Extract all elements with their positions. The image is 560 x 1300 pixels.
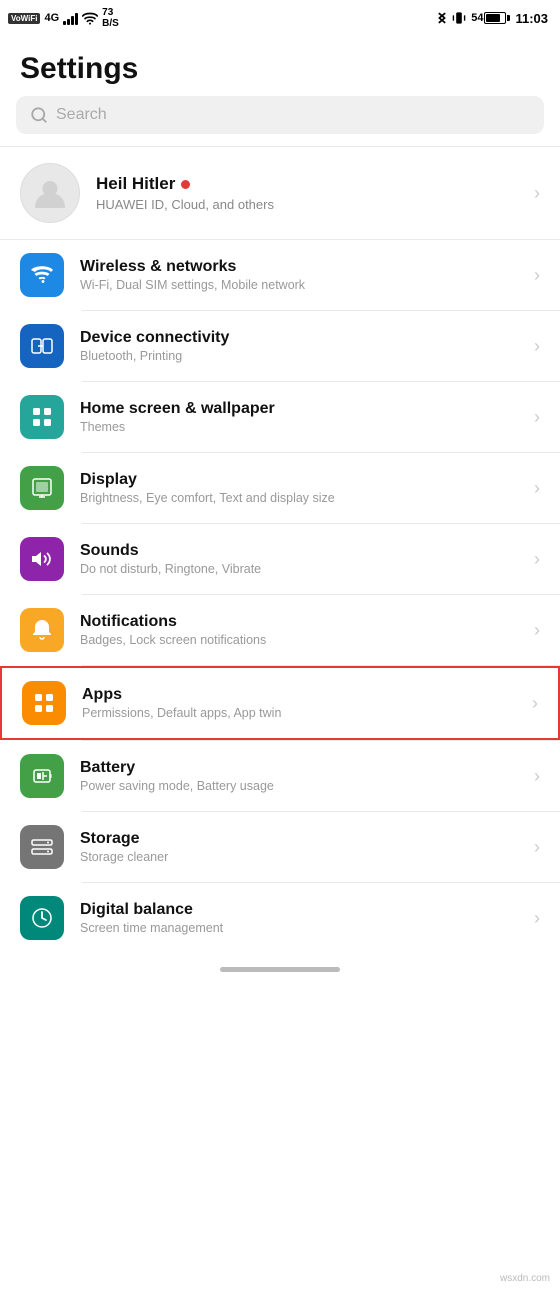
settings-item-apps[interactable]: Apps Permissions, Default apps, App twin… bbox=[0, 666, 560, 740]
apps-title: Apps bbox=[82, 686, 516, 704]
wireless-icon-box bbox=[20, 253, 64, 297]
profile-section[interactable]: Heil Hitler HUAWEI ID, Cloud, and others… bbox=[0, 147, 560, 240]
watermark: wsxdn.com bbox=[500, 1273, 550, 1284]
home-bar bbox=[220, 967, 340, 972]
homescreen-icon-box bbox=[20, 395, 64, 439]
notifications-subtitle: Badges, Lock screen notifications bbox=[80, 633, 518, 647]
digitalbalance-icon-box bbox=[20, 896, 64, 940]
wireless-subtitle: Wi-Fi, Dual SIM settings, Mobile network bbox=[80, 278, 518, 292]
connectivity-icon-box bbox=[20, 324, 64, 368]
apps-icon-box bbox=[22, 681, 66, 725]
sounds-icon-box bbox=[20, 537, 64, 581]
homescreen-text: Home screen & wallpaper Themes bbox=[80, 400, 518, 434]
display-subtitle: Brightness, Eye comfort, Text and displa… bbox=[80, 491, 518, 505]
apps-text: Apps Permissions, Default apps, App twin bbox=[82, 686, 516, 720]
apps-chevron: › bbox=[532, 693, 538, 714]
profile-name: Heil Hitler bbox=[96, 174, 518, 194]
avatar bbox=[20, 163, 80, 223]
digitalbalance-subtitle: Screen time management bbox=[80, 921, 518, 935]
online-dot bbox=[181, 180, 190, 189]
display-chevron: › bbox=[534, 478, 540, 499]
digitalbalance-chevron: › bbox=[534, 908, 540, 929]
status-left: VoWiFi 4G 73B/S bbox=[8, 7, 119, 29]
network-speed: 73B/S bbox=[102, 7, 119, 29]
apps-subtitle: Permissions, Default apps, App twin bbox=[82, 706, 516, 720]
storage-text: Storage Storage cleaner bbox=[80, 830, 518, 864]
settings-item-digitalbalance[interactable]: Digital balance Screen time management › bbox=[0, 883, 560, 953]
homescreen-subtitle: Themes bbox=[80, 420, 518, 434]
battery-icon-box bbox=[20, 754, 64, 798]
settings-item-sounds[interactable]: Sounds Do not disturb, Ringtone, Vibrate… bbox=[0, 524, 560, 594]
vibrate-icon bbox=[452, 10, 466, 26]
home-indicator bbox=[0, 953, 560, 982]
notifications-text: Notifications Badges, Lock screen notifi… bbox=[80, 613, 518, 647]
settings-item-notifications[interactable]: Notifications Badges, Lock screen notifi… bbox=[0, 595, 560, 665]
battery-indicator: 54 bbox=[471, 12, 510, 24]
connectivity-title: Device connectivity bbox=[80, 329, 518, 347]
wifi-icon bbox=[82, 11, 98, 25]
storage-subtitle: Storage cleaner bbox=[80, 850, 518, 864]
storage-chevron: › bbox=[534, 837, 540, 858]
homescreen-title: Home screen & wallpaper bbox=[80, 400, 518, 418]
settings-item-display[interactable]: Display Brightness, Eye comfort, Text an… bbox=[0, 453, 560, 523]
settings-item-homescreen[interactable]: Home screen & wallpaper Themes › bbox=[0, 382, 560, 452]
settings-item-storage[interactable]: Storage Storage cleaner › bbox=[0, 812, 560, 882]
signal-bars bbox=[63, 11, 78, 25]
wireless-text: Wireless & networks Wi-Fi, Dual SIM sett… bbox=[80, 258, 518, 292]
display-title: Display bbox=[80, 471, 518, 489]
profile-info: Heil Hitler HUAWEI ID, Cloud, and others bbox=[96, 174, 518, 212]
vowifi-indicator: VoWiFi bbox=[8, 13, 40, 24]
battery-title: Battery bbox=[80, 759, 518, 777]
wireless-chevron: › bbox=[534, 265, 540, 286]
notifications-title: Notifications bbox=[80, 613, 518, 631]
connectivity-text: Device connectivity Bluetooth, Printing bbox=[80, 329, 518, 363]
wireless-title: Wireless & networks bbox=[80, 258, 518, 276]
sounds-chevron: › bbox=[534, 549, 540, 570]
homescreen-chevron: › bbox=[534, 407, 540, 428]
search-bar[interactable]: Search bbox=[16, 96, 544, 134]
connectivity-subtitle: Bluetooth, Printing bbox=[80, 349, 518, 363]
settings-item-battery[interactable]: Battery Power saving mode, Battery usage… bbox=[0, 741, 560, 811]
status-right: 54 11:03 bbox=[437, 10, 548, 26]
settings-item-wireless[interactable]: Wireless & networks Wi-Fi, Dual SIM sett… bbox=[0, 240, 560, 310]
search-icon bbox=[30, 106, 48, 124]
digitalbalance-text: Digital balance Screen time management bbox=[80, 901, 518, 935]
clock: 11:03 bbox=[515, 11, 548, 26]
page-title: Settings bbox=[0, 36, 560, 96]
profile-subtitle: HUAWEI ID, Cloud, and others bbox=[96, 197, 518, 212]
connectivity-chevron: › bbox=[534, 336, 540, 357]
storage-title: Storage bbox=[80, 830, 518, 848]
sounds-subtitle: Do not disturb, Ringtone, Vibrate bbox=[80, 562, 518, 576]
sounds-title: Sounds bbox=[80, 542, 518, 560]
display-icon-box bbox=[20, 466, 64, 510]
storage-icon-box bbox=[20, 825, 64, 869]
battery-text: Battery Power saving mode, Battery usage bbox=[80, 759, 518, 793]
settings-list: Wireless & networks Wi-Fi, Dual SIM sett… bbox=[0, 240, 560, 953]
battery-chevron: › bbox=[534, 766, 540, 787]
battery-subtitle: Power saving mode, Battery usage bbox=[80, 779, 518, 793]
display-text: Display Brightness, Eye comfort, Text an… bbox=[80, 471, 518, 505]
signal-4g: 4G bbox=[44, 12, 59, 24]
settings-item-connectivity[interactable]: Device connectivity Bluetooth, Printing … bbox=[0, 311, 560, 381]
status-bar: VoWiFi 4G 73B/S 54 bbox=[0, 0, 560, 36]
digitalbalance-title: Digital balance bbox=[80, 901, 518, 919]
bluetooth-icon bbox=[437, 10, 447, 26]
notifications-chevron: › bbox=[534, 620, 540, 641]
sounds-text: Sounds Do not disturb, Ringtone, Vibrate bbox=[80, 542, 518, 576]
chevron-right-icon: › bbox=[534, 183, 540, 204]
search-placeholder: Search bbox=[56, 106, 107, 124]
notifications-icon-box bbox=[20, 608, 64, 652]
